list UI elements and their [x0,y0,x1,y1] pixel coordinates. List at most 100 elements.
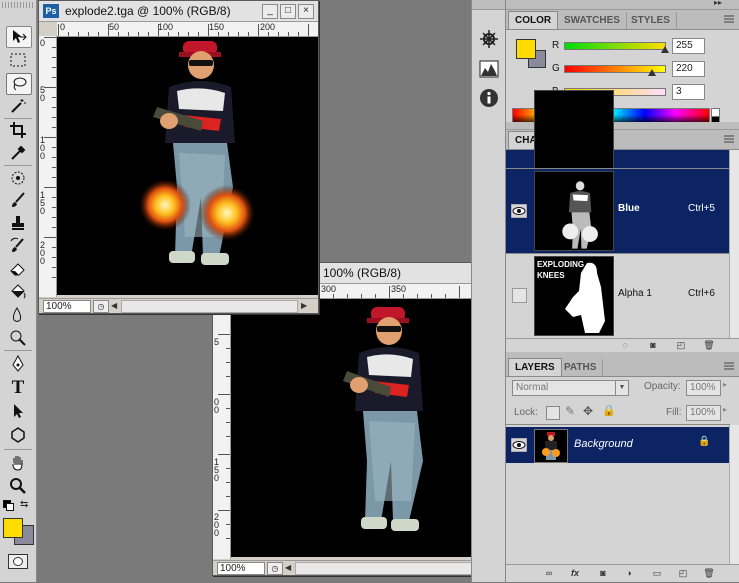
document-minimize-button[interactable]: _ [262,4,278,19]
document-canvas-back[interactable] [231,299,503,557]
horizontal-scrollbar-back[interactable] [295,562,487,575]
delete-layer-icon[interactable]: 🗑 [702,568,716,580]
brush-tool[interactable] [6,190,30,210]
pen-tool[interactable] [6,354,30,374]
type-tool[interactable]: T [6,377,30,398]
tools-grip[interactable] [2,2,34,8]
add-mask-icon[interactable]: ◙ [596,568,610,580]
vertical-ruler-back: 5 0 0 1 5 0 2 0 0 [213,298,231,559]
lock-position-icon[interactable]: ✥ [583,404,593,418]
g-value-input[interactable]: 220 [672,61,705,77]
swap-colors-icon[interactable]: ⇆ [20,500,32,510]
paint-bucket-tool[interactable] [6,282,30,302]
lock-transparent-icon[interactable] [546,406,560,420]
load-selection-icon[interactable]: ◌ [618,340,632,352]
chevron-down-icon: ▼ [615,381,628,395]
channel-row-blue[interactable]: Blue Ctrl+5 [506,169,730,253]
eraser-tool[interactable] [6,259,30,279]
lasso-tool[interactable] [6,73,32,95]
delete-channel-icon[interactable]: 🗑 [702,340,716,352]
layers-footer: ∞ fx ◙ ◑ ▭ ◰ 🗑 [506,564,739,583]
add-layer-style-icon[interactable]: fx [568,568,582,580]
r-slider-thumb[interactable] [661,46,669,53]
document-window-front[interactable]: Ps explode2.tga @ 100% (RGB/8) _ □ × 0 5… [38,0,319,314]
new-channel-icon[interactable]: ◰ [674,340,688,352]
tab-swatches[interactable]: SWATCHES [558,12,627,29]
crop-tool[interactable] [6,120,30,140]
quick-mask-button[interactable] [8,554,28,569]
hand-tool[interactable] [6,453,30,473]
marquee-tool[interactable] [6,50,30,70]
magic-wand-tool[interactable] [6,96,30,116]
color-panel-foreground-swatch[interactable] [516,39,536,59]
navigator-button[interactable] [478,28,500,50]
dock-grip[interactable]: ▸▸ [506,0,739,10]
lock-all-icon[interactable]: 🔒 [602,404,616,417]
channels-menu-icon[interactable] [724,135,734,143]
lasso-icon [13,77,27,91]
path-select-tool[interactable] [6,401,30,421]
opacity-input[interactable]: 100% [686,380,721,396]
link-layers-icon[interactable]: ∞ [542,568,556,580]
save-selection-icon[interactable]: ◙ [646,340,660,352]
info-button[interactable] [478,87,500,109]
adjustment-layer-icon[interactable]: ◑ [622,568,636,580]
document-canvas-front[interactable] [57,37,318,295]
status-menu-front-icon[interactable]: ◷ [93,300,109,313]
histogram-button[interactable] [478,58,500,80]
opacity-slider-toggle-icon[interactable]: ▸ [723,380,727,389]
move-tool[interactable] [6,26,32,48]
panel-menu-icon[interactable] [724,15,734,23]
blur-tool[interactable] [6,305,30,325]
fill-input[interactable]: 100% [686,405,721,421]
default-colors-icon[interactable] [3,500,14,511]
layers-scrollbar[interactable] [729,425,739,565]
foreground-color-swatch[interactable] [3,518,23,538]
status-menu-back-icon[interactable]: ◷ [267,562,283,575]
new-group-icon[interactable]: ▭ [650,568,664,580]
horizontal-ruler-front: 0 50 100 150 200 [57,22,318,37]
shape-tool[interactable] [6,425,30,445]
channel-blue-visibility-icon[interactable] [511,204,527,218]
document-restore-button[interactable]: □ [280,4,296,19]
healing-tool[interactable] [6,168,30,188]
collapse-dock-icon[interactable]: ▸▸ [714,0,722,7]
zoom-level-front[interactable]: 100% [43,300,91,313]
new-layer-icon[interactable]: ◰ [676,568,690,580]
layers-panel: Normal ▼ Opacity: 100% ▸ Lock: ✎ ✥ 🔒 Fil… [506,377,739,567]
eyedropper-tool[interactable] [6,143,30,163]
scroll-left-front-icon[interactable]: ◀ [111,301,117,310]
g-slider-thumb[interactable] [648,69,656,76]
channel-row-green[interactable] [506,90,730,170]
tab-paths[interactable]: PATHS [558,359,604,376]
tab-styles[interactable]: STYLES [625,12,677,29]
document-close-button[interactable]: × [298,4,314,19]
dodge-tool[interactable] [6,328,30,348]
tab-color[interactable]: COLOR [508,11,559,29]
channel-alpha1-visibility-toggle[interactable] [512,288,527,303]
document-titlebar-front[interactable]: Ps explode2.tga @ 100% (RGB/8) _ □ × [39,1,318,22]
g-slider[interactable] [564,65,666,76]
r-slider[interactable] [564,42,669,53]
dock-icons-grip[interactable] [472,0,505,10]
layer-row-background[interactable]: Background 🔒 [506,427,730,463]
brush-icon [12,192,25,207]
fill-slider-toggle-icon[interactable]: ▸ [723,405,727,414]
zoom-tool[interactable] [6,476,30,496]
history-brush-tool[interactable] [6,236,30,256]
scroll-left-back-icon[interactable]: ◀ [285,563,291,572]
scroll-right-front-icon[interactable]: ▶ [301,301,307,310]
r-value-input[interactable]: 255 [672,38,705,54]
b-value-input[interactable]: 3 [672,84,705,100]
layers-menu-icon[interactable] [724,362,734,370]
blend-mode-select[interactable]: Normal ▼ [512,380,629,396]
horizontal-scrollbar-front[interactable] [121,300,298,313]
layer-visibility-icon[interactable] [511,438,527,452]
channels-scrollbar[interactable] [729,150,739,338]
eyedropper-icon [11,145,26,160]
clone-stamp-tool[interactable] [6,213,30,233]
lock-image-icon[interactable]: ✎ [565,404,575,418]
zoom-level-back[interactable]: 100% [217,562,265,575]
channel-row-alpha1[interactable]: EXPLODING KNEES Alpha 1 Ctrl+6 [506,254,730,338]
tab-layers[interactable]: LAYERS [508,358,562,376]
